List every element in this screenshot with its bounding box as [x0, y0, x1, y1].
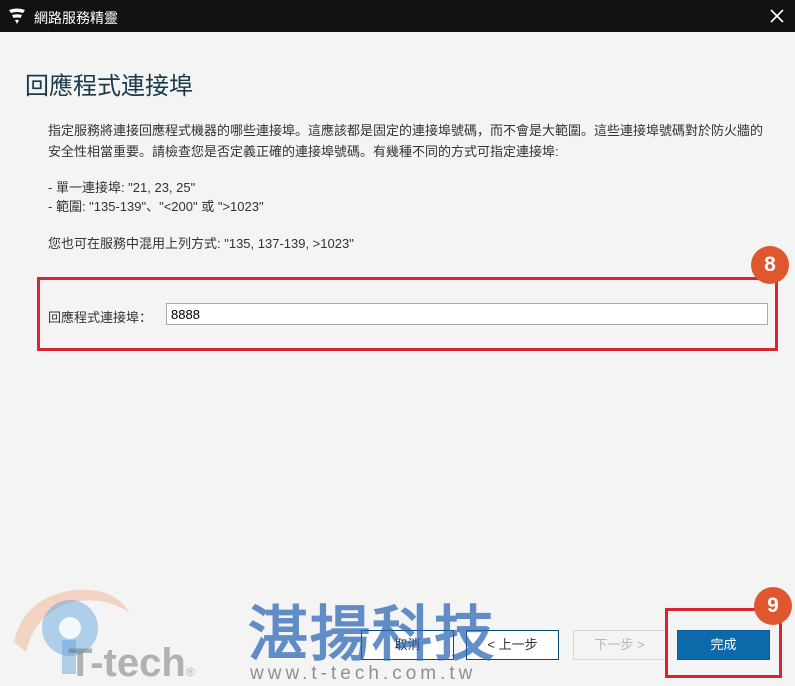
- port-field-highlight: [37, 277, 778, 351]
- close-icon[interactable]: [765, 4, 789, 28]
- example-single-port: - 單一連接埠: "21, 23, 25": [48, 180, 196, 195]
- next-button[interactable]: 下一步 >: [573, 630, 666, 660]
- page-title: 回應程式連接埠: [25, 73, 193, 100]
- example-port-range: - 範圍: "135-139"、"<200" 或 ">1023": [48, 199, 264, 214]
- description-text: 指定服務將連接回應程式機器的哪些連接埠。這應該都是固定的連接埠號碼，而不會是大範…: [48, 123, 764, 159]
- fsecure-logo-icon: [9, 8, 25, 24]
- step-badge-9: 9: [754, 587, 792, 625]
- logo-brand-text: T-tech: [68, 641, 186, 685]
- ttech-logo-text: T-tech®: [68, 641, 195, 686]
- window-title: 網路服務精靈: [34, 10, 118, 26]
- title-bar: 網路服務精靈: [0, 0, 795, 32]
- brand-watermark: 湛揚科技: [248, 601, 496, 668]
- url-watermark: www.t-tech.com.tw: [250, 663, 477, 684]
- mixed-format-hint: 您也可在服務中混用上列方式: "135, 137-139, >1023": [48, 236, 354, 251]
- step-badge-8: 8: [751, 246, 789, 284]
- registered-mark: ®: [185, 665, 195, 679]
